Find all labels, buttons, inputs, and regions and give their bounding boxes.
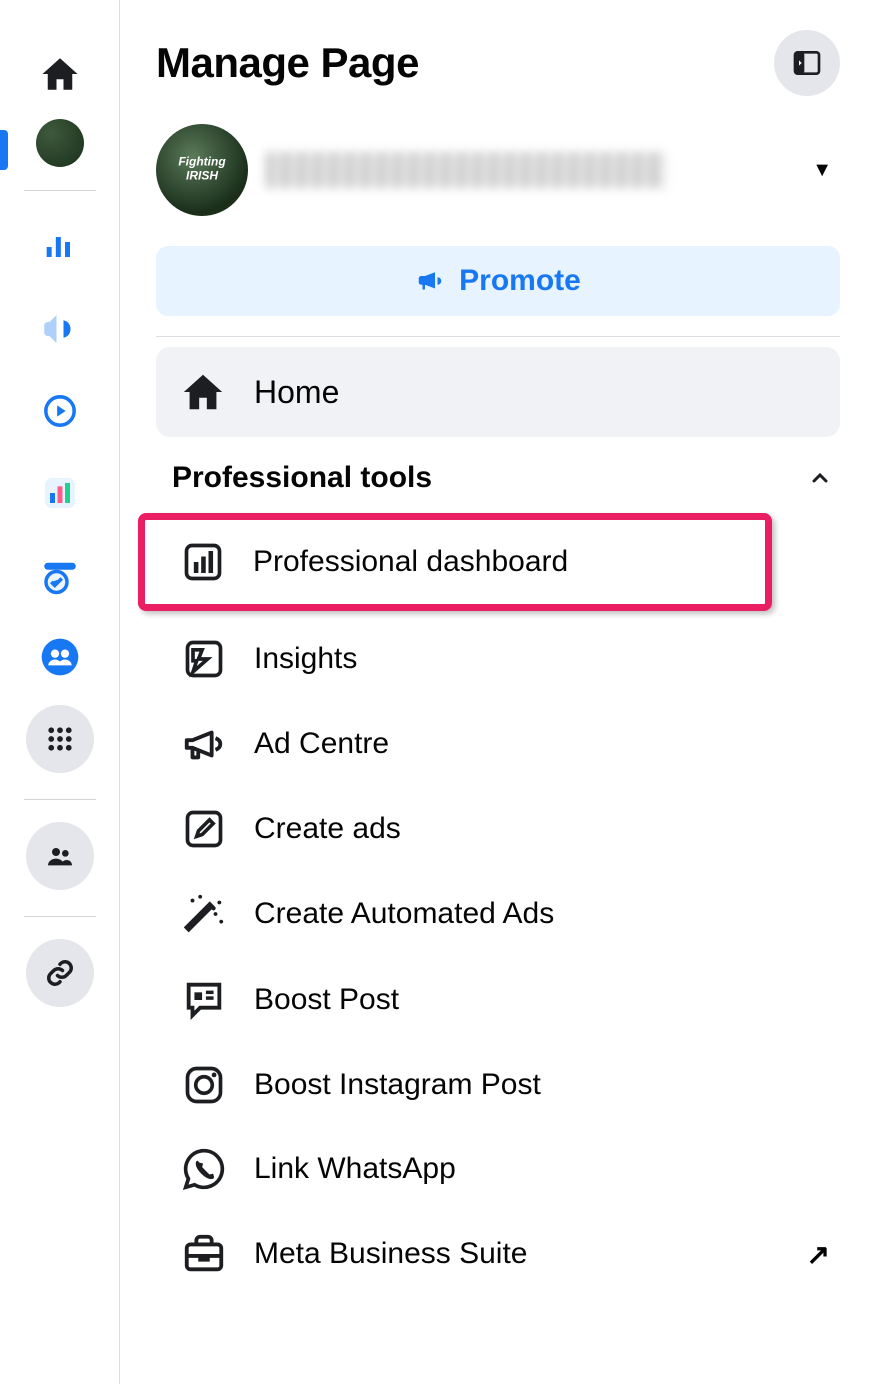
page-name-redacted	[266, 152, 666, 188]
home-label: Home	[254, 374, 339, 411]
meta-suite-icon[interactable]	[26, 541, 94, 609]
left-rail-nav	[0, 0, 120, 1384]
item-label: Boost Instagram Post	[254, 1068, 541, 1102]
link-whatsapp-item[interactable]: Link WhatsApp	[156, 1127, 840, 1211]
item-label: Link WhatsApp	[254, 1152, 456, 1186]
home-icon[interactable]	[26, 40, 94, 108]
megaphone-icon[interactable]	[26, 295, 94, 363]
item-label: Professional dashboard	[253, 545, 568, 579]
professional-tools-header[interactable]: Professional tools	[156, 437, 840, 513]
groups-people-icon[interactable]	[26, 822, 94, 890]
rail-divider	[24, 916, 96, 917]
manage-page-panel: Manage Page ▼ Promote Home Professional …	[120, 0, 876, 1384]
promote-label: Promote	[459, 264, 581, 298]
home-icon	[180, 369, 226, 415]
insights-bar-icon[interactable]	[26, 213, 94, 281]
collapse-panel-button[interactable]	[774, 30, 840, 96]
insights-item[interactable]: Insights	[156, 617, 840, 701]
megaphone-icon	[181, 721, 227, 767]
insights-icon	[182, 637, 226, 681]
page-title: Manage Page	[156, 39, 419, 87]
chevron-down-icon: ▼	[812, 159, 832, 182]
create-automated-ads-item[interactable]: Create Automated Ads	[156, 871, 840, 957]
groups-icon[interactable]	[26, 623, 94, 691]
item-label: Create Automated Ads	[254, 897, 554, 931]
insights-colored-icon[interactable]	[26, 459, 94, 527]
page-avatar	[156, 124, 248, 216]
boost-post-item[interactable]: Boost Post	[156, 957, 840, 1043]
dashboard-icon	[181, 540, 225, 584]
whatsapp-icon	[182, 1147, 226, 1191]
section-title: Professional tools	[172, 461, 432, 495]
item-label: Meta Business Suite	[254, 1237, 527, 1271]
item-label: Ad Centre	[254, 727, 389, 761]
link-icon[interactable]	[26, 939, 94, 1007]
rail-divider	[24, 190, 96, 191]
pencil-icon	[182, 807, 226, 851]
megaphone-icon	[415, 266, 445, 296]
professional-dashboard-item[interactable]: Professional dashboard	[145, 520, 765, 604]
item-label: Create ads	[254, 812, 401, 846]
divider	[156, 336, 840, 337]
promote-button[interactable]: Promote	[156, 246, 840, 316]
magic-wand-icon	[181, 891, 227, 937]
instagram-icon	[182, 1063, 226, 1107]
meta-business-suite-item[interactable]: Meta Business Suite	[156, 1211, 551, 1297]
menu-grid-icon[interactable]	[26, 705, 94, 773]
page-selector-row[interactable]: ▼	[156, 124, 840, 216]
ad-center-icon[interactable]	[26, 377, 94, 445]
rail-divider	[24, 799, 96, 800]
ad-centre-item[interactable]: Ad Centre	[156, 701, 840, 787]
home-nav-item[interactable]: Home	[156, 347, 840, 437]
external-link-icon: ↗	[807, 1238, 830, 1271]
highlighted-item: Professional dashboard	[138, 513, 772, 611]
item-label: Insights	[254, 642, 357, 676]
create-ads-item[interactable]: Create ads	[156, 787, 840, 871]
boost-instagram-item[interactable]: Boost Instagram Post	[156, 1043, 840, 1127]
boost-post-icon	[181, 977, 227, 1023]
active-page-indicator	[0, 130, 8, 170]
page-avatar-small[interactable]	[36, 119, 84, 167]
briefcase-icon	[181, 1231, 227, 1277]
item-label: Boost Post	[254, 983, 399, 1017]
chevron-up-icon	[808, 466, 832, 490]
